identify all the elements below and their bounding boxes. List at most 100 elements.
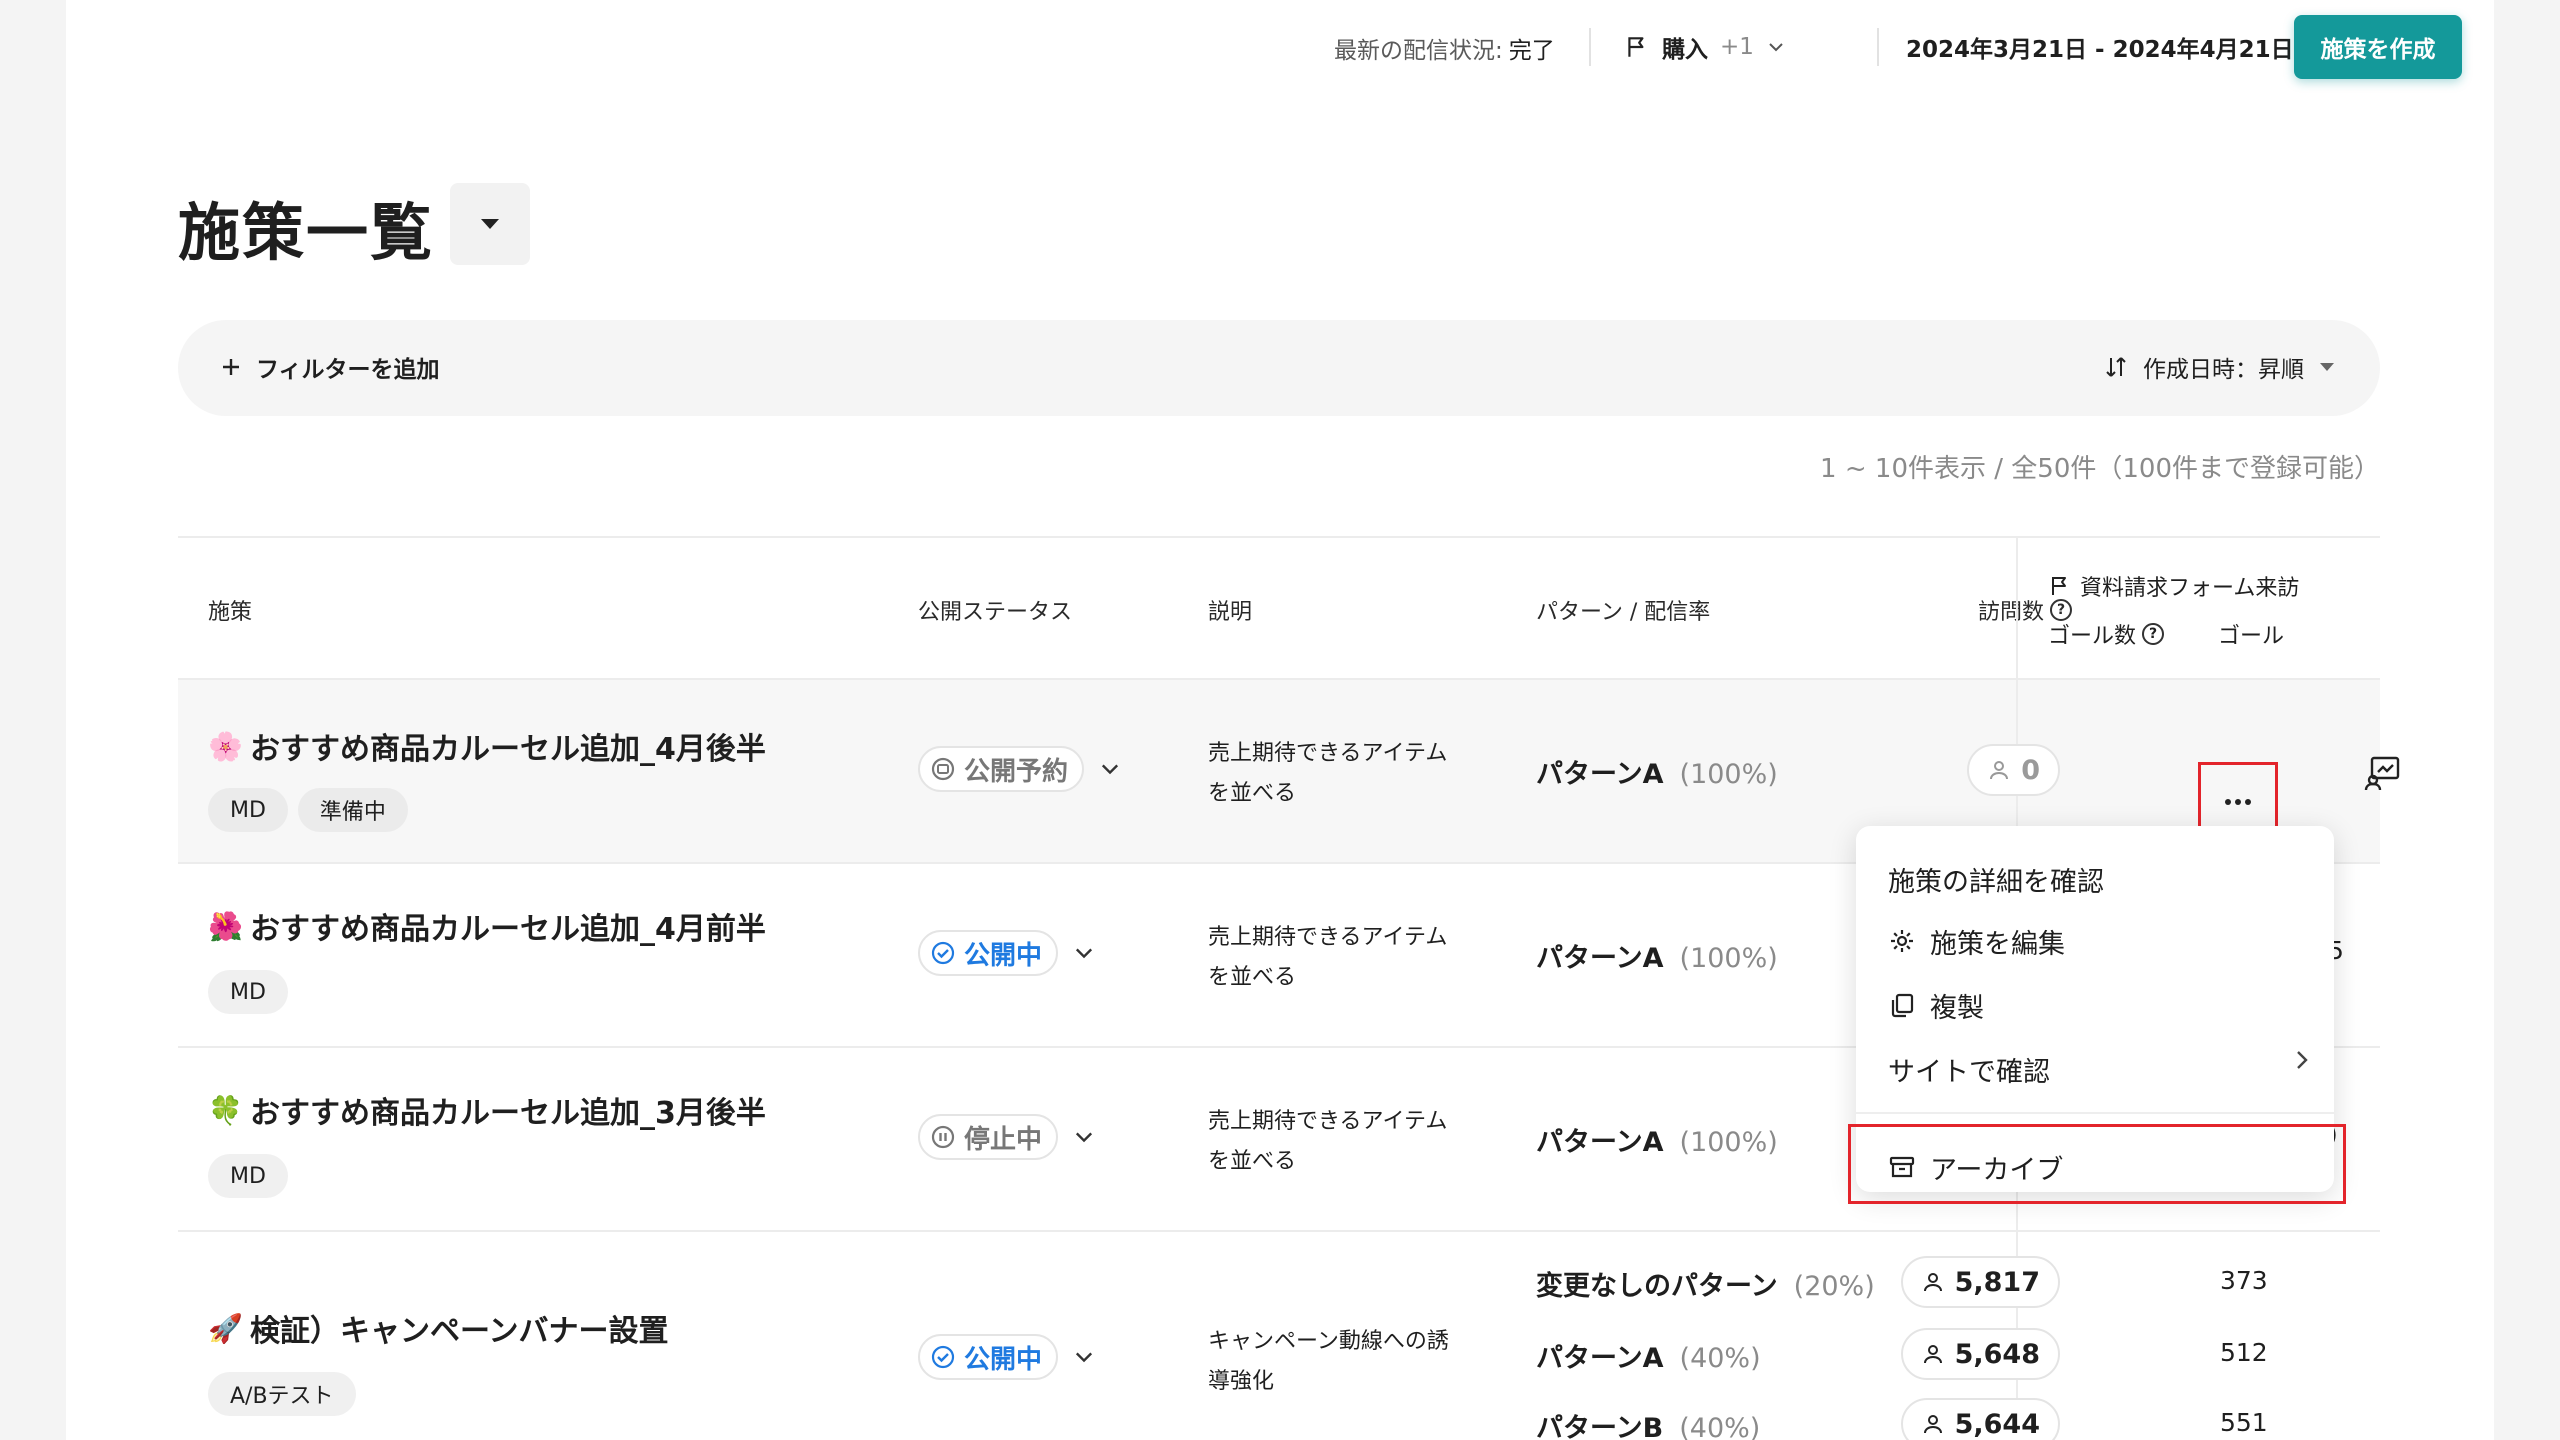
tag-list: MD xyxy=(208,1154,288,1198)
status-badge: 公開中 xyxy=(918,1334,1059,1380)
status-label: 公開予約 xyxy=(964,756,1069,787)
sort-icon xyxy=(2106,357,2126,377)
description-line: 売上期待できるアイテム xyxy=(1208,741,1448,766)
campaign-name[interactable]: 🌺 おすすめ商品カルーセル追加_4月前半 xyxy=(208,904,766,948)
campaign-description: 売上期待できるアイテム を並べる xyxy=(1208,918,1447,998)
goal-rate-header[interactable]: ゴール xyxy=(2218,618,2284,650)
pause-circle-icon xyxy=(931,1125,955,1149)
delivery-status-label: 最新の配信状況: xyxy=(1334,38,1503,64)
goal-count-header[interactable]: ゴール数 ? xyxy=(2048,618,2165,650)
caret-down-icon xyxy=(2320,363,2334,371)
menu-divider xyxy=(1856,1112,2334,1114)
sort-selector[interactable]: 作成日時：昇順 xyxy=(2103,350,2336,384)
description-line: キャンペーン動線への誘 xyxy=(1208,1329,1449,1354)
add-filter-button[interactable]: フィルターを追加 xyxy=(220,350,440,384)
delivery-status: 最新の配信状況: 完了 xyxy=(1334,31,1555,65)
menu-item-view-details[interactable]: 施策の詳細を確認 xyxy=(1888,856,2104,902)
goal-value: 551 xyxy=(2220,1408,2268,1437)
chevron-down-icon xyxy=(1075,948,1093,959)
campaign-name[interactable]: 🚀 検証）キャンペーンバナー設置 xyxy=(208,1306,669,1350)
menu-item-label: 複製 xyxy=(1930,992,1984,1024)
chevron-down-icon xyxy=(1101,764,1119,775)
result-count: 1 ~ 10件表示 / 全50件（100件まで登録可能） xyxy=(1820,454,2380,484)
report-icon[interactable] xyxy=(2364,752,2404,792)
tag: MD xyxy=(208,1154,288,1198)
header-pattern[interactable]: パターン / 配信率 xyxy=(1536,594,1710,626)
check-circle-icon xyxy=(931,941,955,965)
description-line: 導強化 xyxy=(1208,1369,1275,1394)
goal-column-header: 資料請求フォーム来訪 ゴール数 ? ゴール xyxy=(2016,538,2380,682)
pattern-name: パターンA xyxy=(1536,1127,1664,1158)
help-icon[interactable]: ? xyxy=(2142,623,2165,645)
pattern-info: パターンB (40%) xyxy=(1536,1406,1760,1440)
header-status[interactable]: 公開ステータス xyxy=(918,594,1072,626)
campaign-emoji: 🍀 xyxy=(208,1093,243,1127)
divider xyxy=(1877,28,1879,66)
header-name[interactable]: 施策 xyxy=(208,594,252,626)
tag-list: MD 準備中 xyxy=(208,788,408,832)
campaign-name-text: おすすめ商品カルーセル追加_4月前半 xyxy=(250,912,766,947)
visits-badge: 5,817 xyxy=(1900,1256,2060,1308)
date-range-selector[interactable]: 2024年3月21日 - 2024年4月21日 xyxy=(1906,27,2328,67)
pattern-pct: (100%) xyxy=(1679,943,1778,974)
campaign-name[interactable]: 🍀 おすすめ商品カルーセル追加_3月後半 xyxy=(208,1088,766,1132)
menu-item-edit[interactable]: 施策を編集 xyxy=(1888,918,2065,964)
user-icon xyxy=(1923,1273,1942,1292)
visits-value: 5,648 xyxy=(1954,1338,2040,1370)
add-filter-label: フィルターを追加 xyxy=(256,357,440,383)
status-badge: 停止中 xyxy=(918,1114,1059,1160)
visits-value: 5,644 xyxy=(1954,1408,2040,1440)
status-badge: 公開予約 xyxy=(918,746,1085,792)
header-description[interactable]: 説明 xyxy=(1208,594,1252,626)
divider xyxy=(1589,28,1591,66)
description-line: を並べる xyxy=(1208,965,1297,990)
campaign-name-text: 検証）キャンペーンバナー設置 xyxy=(250,1314,669,1349)
table-row[interactable]: 🚀 検証）キャンペーンバナー設置 A/Bテスト 公開中 キャンペーン動線への誘 … xyxy=(178,1232,2380,1440)
visits-badge: 0 xyxy=(1967,744,2060,796)
table-header: 施策 公開ステータス 説明 パターン / 配信率 訪問数 ? 資料請求フォーム来… xyxy=(178,536,2380,682)
goal-title: 資料請求フォーム来訪 xyxy=(2048,570,2299,602)
visits-badge: 5,648 xyxy=(1900,1328,2060,1380)
campaign-emoji: 🌸 xyxy=(208,729,243,763)
campaign-name-text: おすすめ商品カルーセル追加_3月後半 xyxy=(250,1096,766,1131)
user-icon xyxy=(1923,1345,1942,1364)
tag: MD xyxy=(208,970,288,1014)
description-line: を並べる xyxy=(1208,1149,1297,1174)
goal-count-label: ゴール数 xyxy=(2048,624,2137,649)
status-dropdown[interactable]: 停止中 xyxy=(918,1114,1096,1160)
menu-item-label: 施策を編集 xyxy=(1930,928,2065,960)
campaign-description: 売上期待できるアイテム を並べる xyxy=(1208,734,1447,814)
visits-value: 5,817 xyxy=(1954,1266,2040,1298)
pattern-pct: (20%) xyxy=(1793,1271,1875,1302)
goal-selector[interactable]: 購入 +1 xyxy=(1624,27,1786,67)
pattern-pct: (40%) xyxy=(1679,1413,1761,1440)
chevron-down-icon xyxy=(1769,43,1783,52)
campaign-name[interactable]: 🌸 おすすめ商品カルーセル追加_4月後半 xyxy=(208,724,766,768)
pattern-name: パターンA xyxy=(1536,759,1664,790)
pattern-pct: (100%) xyxy=(1679,1127,1778,1158)
create-campaign-button[interactable]: 施策を作成 xyxy=(2294,15,2462,79)
status-dropdown[interactable]: 公開中 xyxy=(918,1334,1096,1380)
title-dropdown-button[interactable] xyxy=(450,183,530,265)
pattern-pct: (40%) xyxy=(1679,1343,1761,1374)
user-icon xyxy=(1990,761,2009,780)
archive-highlight xyxy=(1848,1124,2346,1204)
scheduled-icon xyxy=(931,757,955,781)
sort-label: 作成日時：昇順 xyxy=(2143,357,2304,383)
delivery-status-value: 完了 xyxy=(1508,38,1555,64)
pattern-name: パターンB xyxy=(1536,1413,1664,1440)
tag-list: A/Bテスト xyxy=(208,1372,356,1416)
description-line: 売上期待できるアイテム xyxy=(1208,925,1448,950)
tag-list: MD xyxy=(208,970,288,1014)
pattern-info: パターンA (100%) xyxy=(1536,752,1778,791)
status-dropdown[interactable]: 公開予約 xyxy=(918,746,1122,792)
menu-item-view-on-site[interactable]: サイトで確認 xyxy=(1888,1046,2050,1092)
plus-icon xyxy=(223,359,239,375)
menu-item-duplicate[interactable]: 複製 xyxy=(1888,982,1984,1028)
status-dropdown[interactable]: 公開中 xyxy=(918,930,1096,976)
campaign-description: キャンペーン動線への誘 導強化 xyxy=(1208,1322,1449,1402)
goal-title-label: 資料請求フォーム来訪 xyxy=(2080,576,2300,601)
pattern-info: パターンA (40%) xyxy=(1536,1336,1761,1375)
description-line: 売上期待できるアイテム xyxy=(1208,1109,1448,1134)
tag: 準備中 xyxy=(297,788,408,832)
